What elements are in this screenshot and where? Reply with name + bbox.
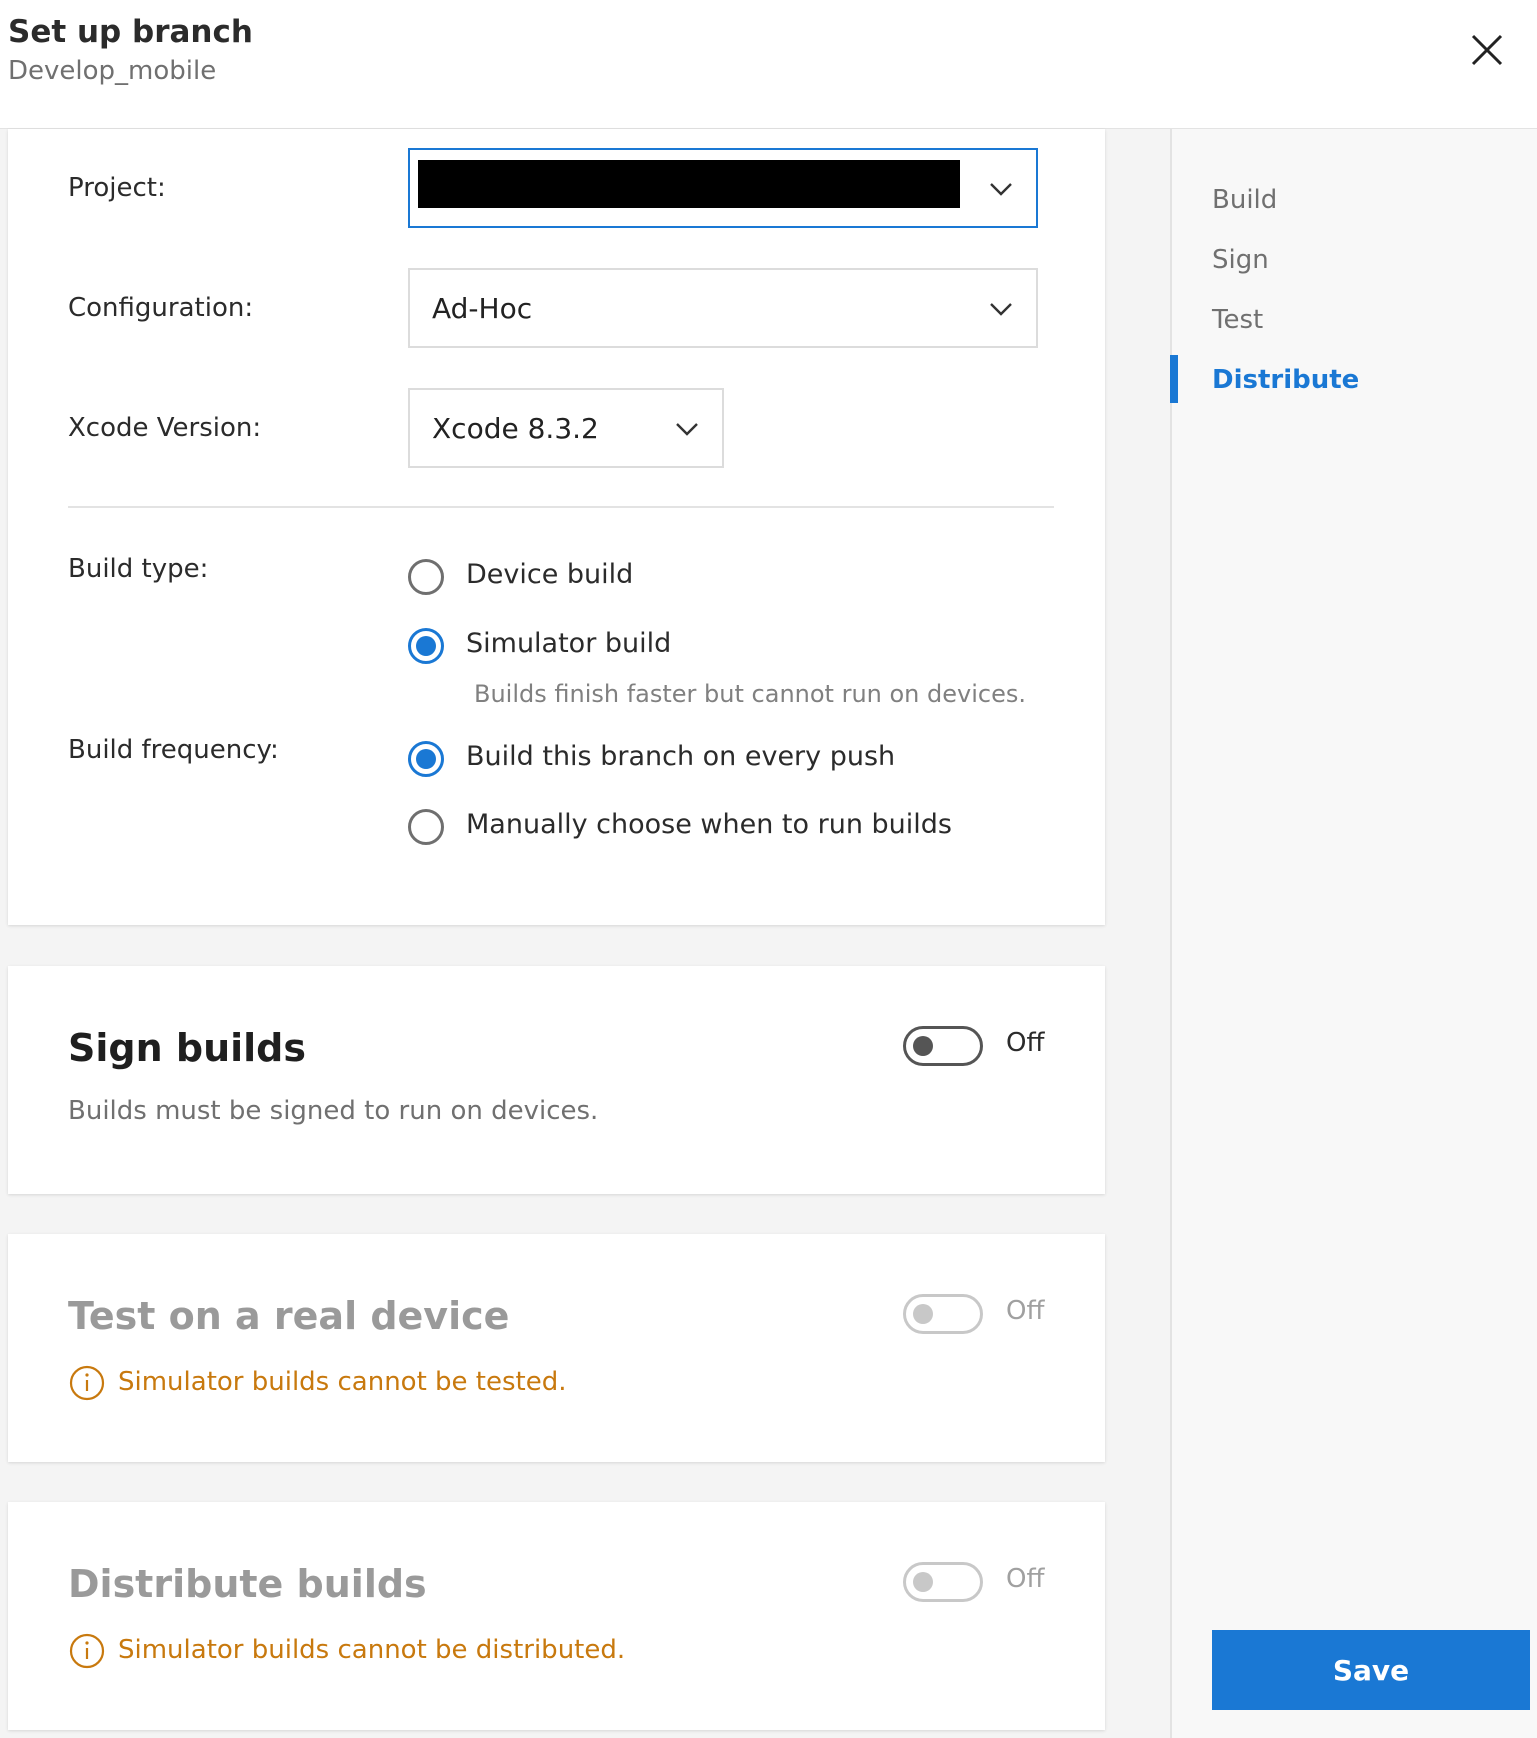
panel-header: Set up branch Develop_mobile bbox=[0, 0, 1537, 129]
branch-name: Develop_mobile bbox=[8, 56, 217, 86]
save-button[interactable]: Save bbox=[1212, 1630, 1530, 1710]
sign-builds-toggle[interactable] bbox=[903, 1026, 983, 1066]
main-content: Project: Configuration: Ad-Hoc Xcode Ver… bbox=[0, 129, 1170, 1738]
radio-button[interactable] bbox=[408, 741, 444, 777]
radio-label: Simulator build bbox=[466, 628, 672, 659]
build-type-label: Build type: bbox=[68, 554, 209, 584]
radio-device-build[interactable]: Device build bbox=[408, 557, 808, 597]
toggle-knob bbox=[913, 1304, 933, 1324]
radio-label: Build this branch on every push bbox=[466, 741, 896, 772]
test-device-toggle-state: Off bbox=[1006, 1296, 1045, 1326]
close-button[interactable] bbox=[1467, 30, 1507, 70]
nav-item-sign[interactable]: Sign bbox=[1212, 245, 1269, 275]
radio-manual-builds[interactable]: Manually choose when to run builds bbox=[408, 807, 1008, 847]
test-device-title: Test on a real device bbox=[68, 1294, 510, 1338]
build-frequency-label: Build frequency: bbox=[68, 735, 279, 765]
distribute-builds-toggle-state: Off bbox=[1006, 1564, 1045, 1594]
distribute-builds-toggle[interactable] bbox=[903, 1562, 983, 1602]
chevron-down-icon bbox=[990, 303, 1012, 316]
project-value-redacted bbox=[418, 160, 960, 208]
radio-button[interactable] bbox=[408, 809, 444, 845]
sign-builds-description: Builds must be signed to run on devices. bbox=[68, 1096, 599, 1126]
toggle-knob bbox=[913, 1036, 933, 1056]
distribute-warning-text: Simulator builds cannot be distributed. bbox=[118, 1635, 626, 1665]
radio-label: Manually choose when to run builds bbox=[466, 809, 952, 840]
test-warning-text: Simulator builds cannot be tested. bbox=[118, 1367, 567, 1397]
panel-title: Set up branch bbox=[8, 14, 253, 50]
sign-builds-toggle-state: Off bbox=[1006, 1028, 1045, 1058]
distribute-builds-title: Distribute builds bbox=[68, 1562, 427, 1606]
toggle-knob bbox=[913, 1572, 933, 1592]
nav-active-indicator bbox=[1170, 355, 1178, 403]
sign-builds-card: Sign builds Off Builds must be signed to… bbox=[8, 966, 1105, 1194]
test-device-toggle[interactable] bbox=[903, 1294, 983, 1334]
configuration-label: Configuration: bbox=[68, 293, 254, 323]
xcode-version-value: Xcode 8.3.2 bbox=[432, 412, 599, 445]
radio-button[interactable] bbox=[408, 628, 444, 664]
build-config-card: Project: Configuration: Ad-Hoc Xcode Ver… bbox=[8, 129, 1105, 925]
configuration-value: Ad-Hoc bbox=[432, 292, 533, 325]
chevron-down-icon bbox=[676, 423, 698, 436]
close-icon bbox=[1471, 34, 1503, 66]
radio-label: Device build bbox=[466, 559, 634, 590]
sign-builds-title: Sign builds bbox=[68, 1026, 307, 1070]
configuration-select[interactable]: Ad-Hoc bbox=[408, 268, 1038, 348]
simulator-build-hint: Builds finish faster but cannot run on d… bbox=[474, 680, 1026, 708]
project-label: Project: bbox=[68, 173, 166, 203]
radio-simulator-build[interactable]: Simulator build bbox=[408, 626, 808, 666]
distribute-builds-card: Distribute builds Off Simulator builds c… bbox=[8, 1502, 1105, 1730]
nav-item-build[interactable]: Build bbox=[1212, 185, 1277, 215]
xcode-version-select[interactable]: Xcode 8.3.2 bbox=[408, 388, 724, 468]
side-navigation: Build Sign Test Distribute Save bbox=[1170, 129, 1537, 1738]
project-select[interactable] bbox=[408, 148, 1038, 228]
nav-item-distribute[interactable]: Distribute bbox=[1212, 365, 1359, 395]
radio-button[interactable] bbox=[408, 559, 444, 595]
info-circle-icon bbox=[69, 1633, 105, 1669]
xcode-version-label: Xcode Version: bbox=[68, 413, 262, 443]
chevron-down-icon bbox=[990, 183, 1012, 196]
info-circle-icon bbox=[69, 1365, 105, 1401]
radio-build-every-push[interactable]: Build this branch on every push bbox=[408, 739, 1008, 779]
section-divider bbox=[68, 506, 1054, 508]
nav-item-test[interactable]: Test bbox=[1212, 305, 1263, 335]
test-device-card: Test on a real device Off Simulator buil… bbox=[8, 1234, 1105, 1462]
